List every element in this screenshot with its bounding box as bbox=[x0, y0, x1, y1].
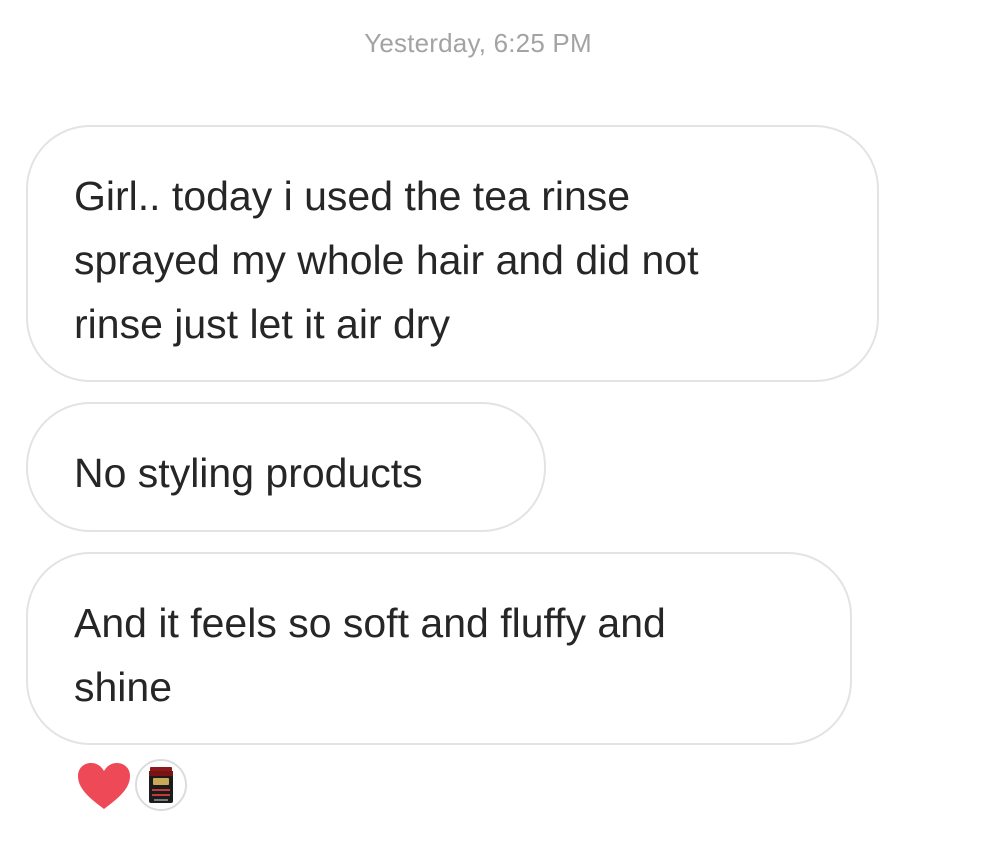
message-bubble[interactable]: Girl.. today i used the tea rinse spraye… bbox=[26, 125, 879, 382]
heart-icon[interactable] bbox=[76, 761, 132, 811]
message-timestamp: Yesterday, 6:25 PM bbox=[364, 28, 592, 58]
message-line: shine bbox=[74, 664, 173, 710]
message-line: sprayed my whole hair and did not bbox=[74, 237, 699, 283]
product-jar-icon bbox=[137, 761, 185, 809]
message-line: And it feels so soft and fluffy and bbox=[74, 600, 666, 646]
reactor-avatar[interactable] bbox=[135, 759, 187, 811]
message-line: rinse just let it air dry bbox=[74, 301, 450, 347]
message-line: No styling products bbox=[74, 450, 423, 496]
message-line: Girl.. today i used the tea rinse bbox=[74, 173, 631, 219]
message-bubble[interactable]: And it feels so soft and fluffy and shin… bbox=[26, 552, 852, 745]
message-bubble[interactable]: No styling products bbox=[26, 402, 546, 532]
